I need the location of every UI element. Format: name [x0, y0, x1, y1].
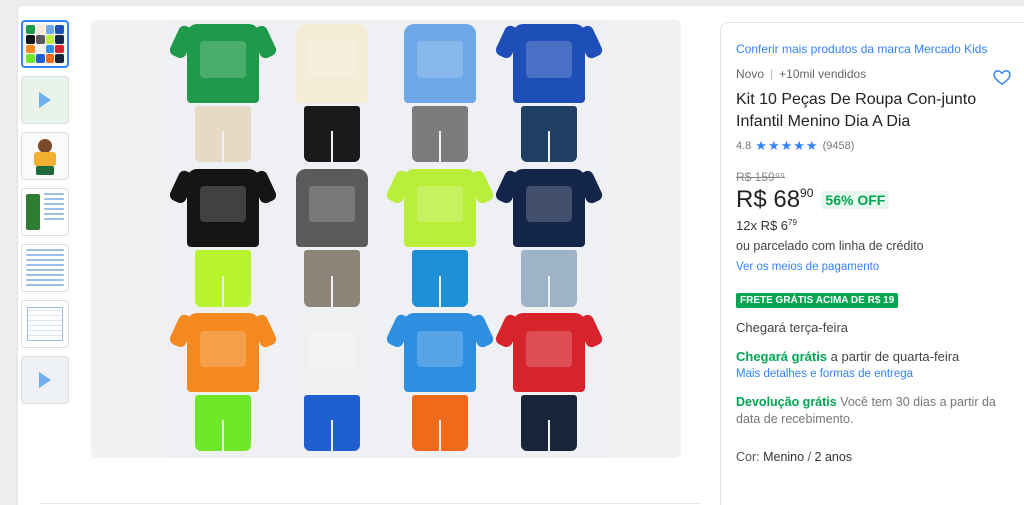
outfit-11 [390, 313, 491, 454]
rating-row[interactable]: 4.8 ★★★★★ (9458) [736, 138, 1024, 154]
thumb-video-1[interactable] [21, 76, 69, 124]
shirt-print [525, 41, 572, 78]
shirt-print [525, 330, 572, 367]
shirt [295, 313, 368, 393]
shirt [404, 24, 477, 103]
shirt-print [200, 330, 247, 367]
product-meta: Novo | +10mil vendidos [736, 67, 1024, 81]
returns-info: Devolução grátis Você tem 30 dias a part… [736, 394, 1011, 428]
payment-methods-link[interactable]: Ver os meios de pagamento [736, 261, 1024, 273]
free-arrival-highlight: Chegará grátis [736, 349, 828, 364]
play-icon [39, 372, 51, 388]
outfit-7 [390, 168, 491, 310]
shorts [520, 394, 577, 452]
product-photo [167, 20, 605, 458]
variant-selection: Cor: Menino / 2 anos [736, 450, 1024, 464]
shorts [303, 394, 360, 452]
rating-count: (9458) [822, 140, 855, 152]
shirt [295, 24, 368, 103]
condition-label: Novo [736, 67, 765, 81]
shorts [303, 250, 360, 307]
delivery-details-link[interactable]: Mais detalhes e formas de entrega [736, 368, 1024, 380]
shorts [412, 250, 469, 307]
price-cents: 90 [800, 186, 814, 200]
shirt [187, 24, 260, 103]
shirt [512, 24, 585, 103]
shirt-print [525, 185, 572, 223]
outfit-5 [173, 168, 274, 310]
shorts [520, 105, 577, 163]
shirt-print [308, 41, 355, 78]
thumb-collage[interactable] [21, 20, 69, 68]
shirt-print [200, 41, 247, 78]
shirt [187, 313, 260, 393]
shirt-print [308, 185, 355, 223]
thumb-video-2[interactable] [21, 356, 69, 404]
thumbnail-list [21, 20, 69, 412]
variant-label: Cor: [736, 450, 764, 464]
shirt-print [200, 185, 247, 223]
free-shipping-badge: FRETE GRÁTIS ACIMA DE R$ 19 [736, 293, 899, 308]
outfit-6 [282, 168, 383, 310]
returns-highlight: Devolução grátis [736, 395, 837, 409]
shirt [404, 313, 477, 393]
rating-value: 4.8 [736, 140, 752, 152]
shirt [404, 168, 477, 248]
meta-separator: | [770, 67, 774, 81]
shirt-print [417, 185, 464, 223]
thumb-info-card[interactable] [21, 188, 69, 236]
thumb-child-photo[interactable] [21, 132, 69, 180]
shirt-print [417, 41, 464, 78]
product-info-panel: Conferir mais produtos da marca Mercado … [720, 22, 1024, 505]
favorite-heart-icon[interactable] [992, 67, 1012, 87]
shorts [195, 105, 252, 163]
shirt-print [417, 330, 464, 367]
shorts [412, 394, 469, 452]
installments: 12x R$ 679 [736, 218, 1024, 233]
star-rating-icon: ★★★★★ [755, 138, 819, 153]
section-divider [40, 503, 700, 504]
free-arrival-rest: a partir de quarta-feira [827, 349, 960, 364]
free-arrival-info: Chegará grátis a partir de quarta-feira [736, 349, 1024, 364]
price-row: R$ 6890 56% OFF [736, 186, 1024, 214]
installments-cents: 79 [788, 218, 797, 227]
outfit-2 [282, 24, 383, 165]
outfit-12 [499, 313, 600, 454]
variant-value: Menino [763, 450, 805, 464]
outfit-3 [390, 24, 491, 165]
shorts [412, 105, 469, 163]
discount-badge: 56% OFF [821, 191, 890, 209]
outfit-8 [499, 168, 600, 310]
brand-link[interactable]: Conferir mais produtos da marca Mercado … [736, 41, 1024, 57]
outfit-4 [499, 24, 600, 165]
variant-sep: / [804, 450, 815, 464]
outfit-9 [173, 313, 274, 454]
sold-count: +10mil vendidos [779, 67, 867, 81]
shorts [303, 105, 360, 163]
current-price: R$ 6890 [736, 186, 813, 214]
price-integer: R$ 68 [736, 186, 801, 213]
shirt [512, 168, 585, 248]
shirt-print [308, 330, 355, 367]
shorts [195, 250, 252, 307]
shirt [295, 168, 368, 248]
product-title: Kit 10 Peças De Roupa Con-junto Infantil… [736, 91, 977, 130]
main-image-viewer[interactable] [91, 20, 681, 458]
shorts [520, 250, 577, 307]
shirt [187, 168, 260, 248]
variant-size: 2 anos [814, 450, 853, 464]
play-icon [39, 92, 51, 108]
original-price: R$ 159⁹⁹ [736, 170, 785, 184]
installments-integer: 12x R$ 6 [736, 218, 789, 233]
thumb-size-table[interactable] [21, 300, 69, 348]
shirt [512, 313, 585, 393]
thumb-text-card[interactable] [21, 244, 69, 292]
arrival-info: Chegará terça-feira [736, 320, 848, 335]
outfit-10 [282, 313, 383, 454]
credit-option: ou parcelado com linha de crédito [736, 239, 924, 253]
shorts [195, 394, 252, 452]
outfit-1 [173, 24, 274, 165]
